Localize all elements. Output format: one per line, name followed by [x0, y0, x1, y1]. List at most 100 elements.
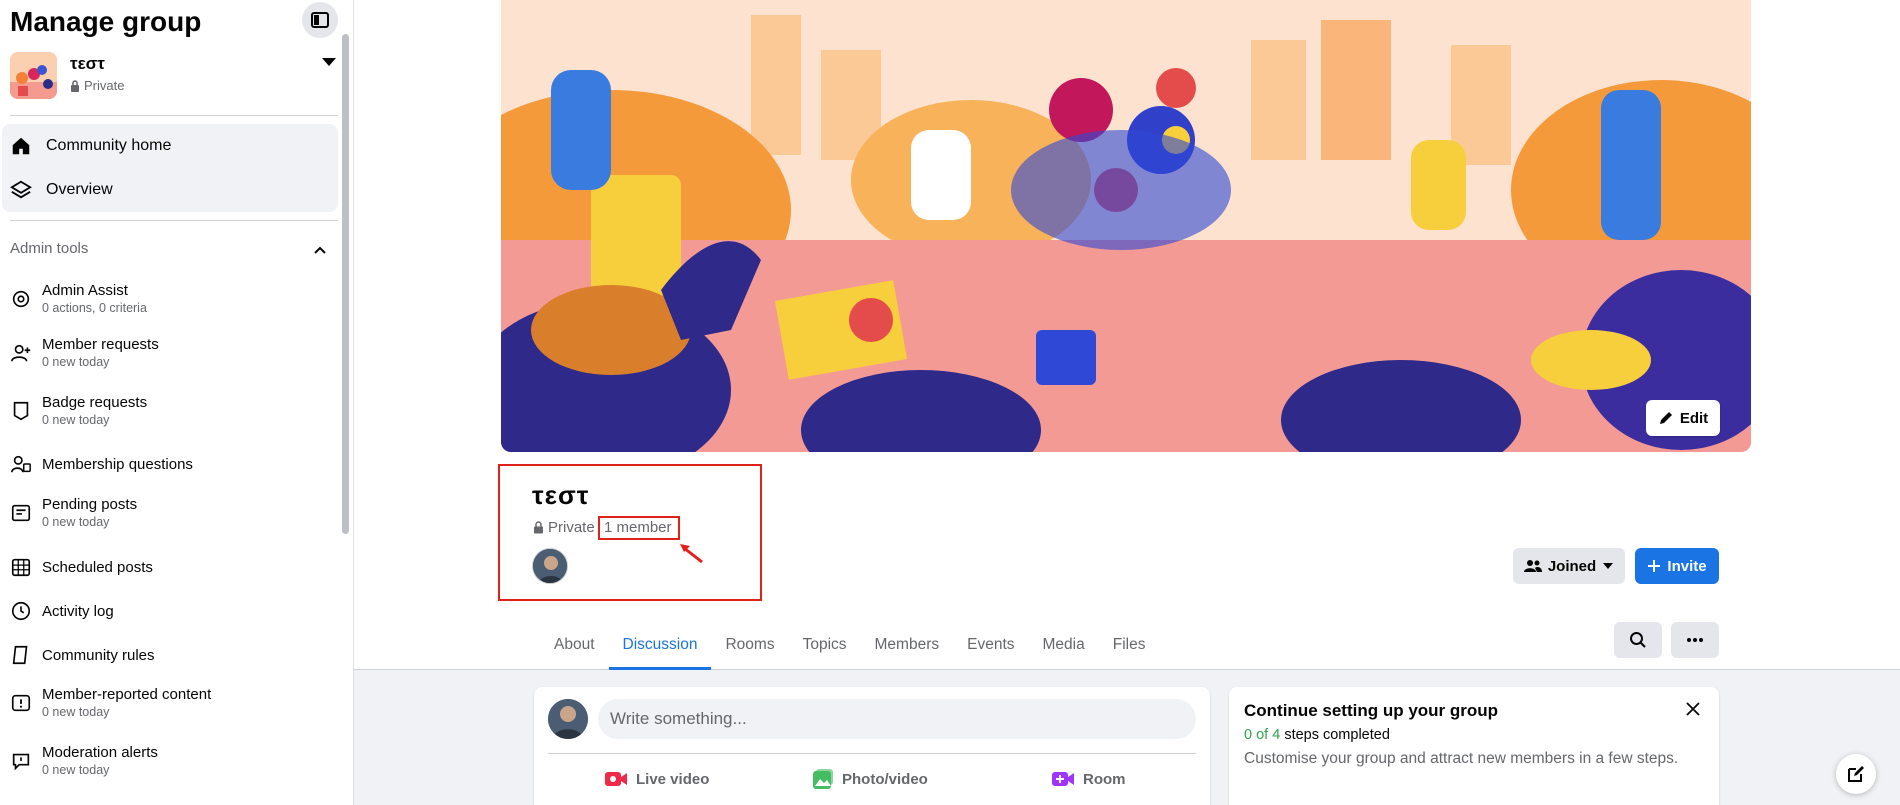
joined-button[interactable]: Joined [1513, 548, 1625, 584]
group-privacy-text: Private [548, 519, 595, 536]
tool-sub: 0 new today [42, 515, 110, 529]
ellipsis-icon [1687, 638, 1703, 642]
photo-icon [813, 769, 833, 789]
write-something-input[interactable]: Write something... [598, 699, 1196, 739]
group-switcher[interactable]: τεστ Private [10, 52, 340, 100]
sidebar-toggle-button[interactable] [302, 2, 338, 38]
tab-discussion[interactable]: Discussion [608, 620, 712, 670]
compose-icon [1848, 766, 1864, 782]
tool-membership-questions[interactable]: Membership questions [10, 453, 330, 475]
more-options-button[interactable] [1671, 622, 1719, 658]
annotation-arrow-icon [680, 544, 703, 564]
chevron-up-icon[interactable] [312, 242, 328, 258]
edit-label: Edit [1679, 409, 1709, 427]
tab-files[interactable]: Files [1099, 620, 1160, 670]
admin-assist-icon [12, 290, 30, 307]
joined-label: Joined [1547, 557, 1597, 575]
edit-cover-button[interactable]: Edit [1646, 400, 1720, 436]
tool-pending-posts[interactable]: Pending posts 0 new today [10, 495, 330, 530]
search-button[interactable] [1614, 622, 1662, 658]
room-button[interactable]: Room [1051, 759, 1126, 799]
divider [10, 220, 338, 221]
people-icon [1523, 560, 1542, 572]
tool-activity-log[interactable]: Activity log [10, 600, 330, 622]
layers-icon [10, 180, 32, 199]
photo-video-button[interactable]: Photo/video [812, 759, 928, 799]
tool-member-requests[interactable]: Member requests 0 new today [10, 335, 330, 370]
group-title: τεστ [532, 480, 590, 510]
badge-icon [13, 401, 29, 420]
user-avatar [548, 699, 588, 739]
setup-title: Continue setting up your group [1244, 701, 1499, 720]
group-privacy-label: Private [84, 78, 125, 93]
nav-label: Community home [46, 137, 172, 154]
room-icon [1052, 772, 1074, 786]
tool-sub: 0 actions, 0 criteria [42, 301, 147, 315]
invite-button[interactable]: Invite [1635, 548, 1719, 584]
tool-label: Community rules [42, 646, 155, 664]
live-video-icon [605, 772, 627, 786]
tool-label: Moderation alerts [42, 744, 158, 761]
tool-badge-requests[interactable]: Badge requests 0 new today [10, 393, 330, 428]
report-icon [11, 694, 31, 711]
tool-admin-assist[interactable]: Admin Assist 0 actions, 0 criteria [10, 281, 330, 316]
tab-media[interactable]: Media [1029, 620, 1099, 670]
tool-label: Activity log [42, 602, 114, 620]
tool-sub: 0 new today [42, 413, 110, 427]
tool-label: Membership questions [42, 455, 193, 473]
alert-icon [12, 753, 30, 770]
setup-group-card: Continue setting up your group 0 of 4 st… [1229, 687, 1719, 805]
tool-sub: 0 new today [42, 763, 110, 777]
divider [10, 115, 338, 116]
home-icon [12, 137, 30, 155]
tool-member-reported-content[interactable]: Member-reported content 0 new today [10, 685, 330, 720]
tool-moderation-alerts[interactable]: Moderation alerts 0 new today [10, 743, 330, 778]
tool-label: Badge requests [42, 394, 148, 411]
live-video-button[interactable]: Live video [604, 759, 709, 799]
questions-icon [11, 455, 31, 473]
close-icon[interactable] [1685, 701, 1701, 717]
tool-scheduled-posts[interactable]: Scheduled posts [10, 556, 330, 578]
tab-members[interactable]: Members [861, 620, 954, 670]
tool-label: Member requests [42, 336, 159, 353]
cover-illustration [501, 0, 1751, 452]
sidebar-scrollbar[interactable] [342, 34, 349, 534]
plus-icon [1648, 560, 1661, 572]
divider [548, 753, 1196, 754]
setup-progress: 0 of 4 steps completed [1244, 727, 1390, 743]
cover-photo [501, 0, 1751, 452]
group-privacy: Private [70, 78, 124, 93]
group-privacy-meta: Private [533, 519, 595, 536]
member-avatar[interactable] [532, 548, 568, 584]
calendar-icon [11, 558, 31, 577]
tab-rooms[interactable]: Rooms [711, 620, 788, 670]
caret-down-icon[interactable] [322, 58, 336, 66]
tool-label: Pending posts [42, 496, 138, 513]
tab-events[interactable]: Events [953, 620, 1028, 670]
tool-community-rules[interactable]: Community rules [10, 644, 330, 666]
lock-icon [534, 521, 543, 534]
group-thumbnail [10, 52, 57, 99]
member-count-link[interactable]: 1 member [604, 519, 672, 536]
group-tabs: About Discussion Rooms Topics Members Ev… [540, 620, 1159, 670]
tab-about[interactable]: About [540, 620, 609, 670]
live-video-label: Live video [636, 770, 710, 788]
invite-label: Invite [1667, 557, 1707, 575]
pencil-icon [1659, 412, 1672, 424]
rules-icon [12, 645, 28, 665]
caret-down-icon [1603, 563, 1614, 569]
steps-done: 0 of 4 [1244, 727, 1281, 743]
lock-icon [71, 79, 79, 92]
steps-suffix: steps completed [1284, 727, 1390, 743]
new-message-button[interactable] [1836, 754, 1876, 794]
setup-description: Customise your group and attract new mem… [1244, 750, 1679, 767]
search-icon [1630, 632, 1646, 648]
tool-sub: 0 new today [42, 355, 110, 369]
sidebar-title: Manage group [10, 6, 202, 37]
tool-label: Member-reported content [42, 686, 212, 703]
member-requests-icon [11, 344, 31, 362]
tab-topics[interactable]: Topics [789, 620, 861, 670]
nav-overview[interactable]: Overview [10, 170, 113, 210]
tool-label: Admin Assist [42, 282, 128, 299]
nav-community-home[interactable]: Community home [10, 126, 171, 166]
